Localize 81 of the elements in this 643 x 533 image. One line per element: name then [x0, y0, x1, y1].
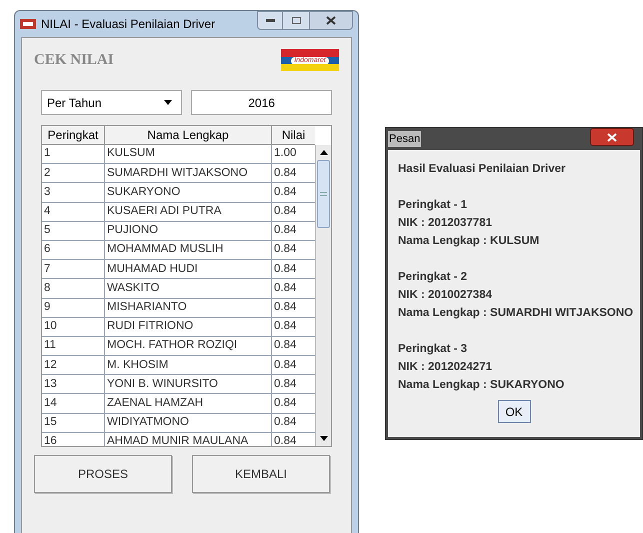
- table-cell: 13: [42, 375, 105, 394]
- caret-icon: [164, 100, 172, 105]
- table-cell-text: 0.84: [273, 415, 298, 430]
- rank-text: Peringkat - 1: [398, 198, 468, 213]
- app-icon: [20, 19, 36, 29]
- table-cell: KULSUM: [105, 145, 272, 164]
- table-cell: 5: [42, 222, 105, 240]
- table-cell: RUDI FITRIONO: [105, 318, 272, 336]
- table-cell: MISHARIANTO: [105, 298, 272, 317]
- table-cell: 8: [42, 279, 105, 298]
- table-cell: PUJIONO: [105, 222, 272, 240]
- action-button[interactable]: PROSES: [34, 455, 172, 493]
- table-cell: WIDIYATMONO: [105, 414, 272, 432]
- table-cell: AHMAD MUNIR MAULANA: [105, 432, 272, 446]
- ok-button[interactable]: OK: [498, 400, 530, 423]
- table-cell: 6: [42, 240, 105, 260]
- maximize-button[interactable]: [283, 11, 309, 30]
- table-cell: 1: [42, 145, 105, 164]
- column-header[interactable]: Peringkat: [42, 126, 105, 144]
- nik-text: NIK : 2012024271: [398, 360, 493, 375]
- rank-text: Peringkat - 2: [398, 270, 468, 285]
- table-cell: 12: [42, 356, 105, 374]
- table-cell-text: 0.84: [273, 242, 298, 258]
- window-title: NILAI - Evaluasi Penilaian Driver: [41, 16, 216, 33]
- page-heading: CEK NILAI: [34, 50, 114, 70]
- table-cell: SUMARDHI WITJAKSONO: [105, 164, 272, 182]
- table-cell: MOCH. FATHOR ROZIQI: [105, 336, 272, 356]
- table-cell-text: 1.00: [273, 146, 298, 162]
- table-cell: WASKITO: [105, 279, 272, 298]
- table-cell: 3: [42, 183, 105, 202]
- table-cell-text: 0.84: [273, 358, 298, 373]
- table-cell-text: 0.84: [273, 204, 298, 220]
- table-cell-text: 0.84: [273, 434, 298, 446]
- close-button[interactable]: [590, 128, 634, 146]
- table-cell-text: 0.84: [273, 166, 298, 181]
- table-cell: SUKARYONO: [105, 183, 272, 202]
- close-icon: [326, 16, 336, 25]
- table-cell: M. KHOSIM: [105, 356, 272, 374]
- table-cell: YONI B. WINURSITO: [105, 375, 272, 394]
- table-cell-text: 0.84: [273, 338, 298, 354]
- table-cell: 14: [42, 394, 105, 413]
- table-cell: 15: [42, 414, 105, 432]
- table-cell-text: 0.84: [273, 300, 298, 315]
- table-cell-text: 0.84: [273, 184, 298, 200]
- table-cell: 10: [42, 318, 105, 336]
- scroll-up-icon[interactable]: [320, 150, 328, 155]
- period-select[interactable]: Per Tahun: [41, 90, 182, 115]
- table-cell: MOHAMMAD MUSLIH: [105, 240, 272, 260]
- dialog-title: Pesan: [388, 130, 422, 148]
- name-text: Nama Lengkap : SUKARYONO: [398, 378, 566, 393]
- year-field[interactable]: 2016: [191, 90, 332, 115]
- rank-text: Peringkat - 3: [398, 342, 468, 357]
- table-cell-text: 0.84: [273, 396, 298, 411]
- table-cell: KUSAERI ADI PUTRA: [105, 202, 272, 221]
- column-header[interactable]: Nilai: [272, 126, 315, 144]
- table-cell-text: 0.84: [273, 262, 298, 277]
- close-button[interactable]: [309, 11, 353, 30]
- table-cell-text: 0.84: [273, 223, 298, 238]
- name-text: Nama Lengkap : KULSUM: [398, 234, 540, 249]
- table-cell: 7: [42, 260, 105, 278]
- table-cell: 4: [42, 202, 105, 221]
- action-button[interactable]: KEMBALI: [192, 455, 330, 493]
- close-icon: [607, 132, 617, 142]
- table-cell-text: 0.84: [273, 376, 298, 392]
- table-cell-text: 0.84: [273, 319, 298, 334]
- table-cell: ZAENAL HAMZAH: [105, 394, 272, 413]
- scroll-down-icon[interactable]: [320, 436, 328, 441]
- nik-text: NIK : 2012037781: [398, 216, 493, 231]
- table-cell: 16: [42, 432, 105, 446]
- dialog-heading: Hasil Evaluasi Penilaian Driver: [398, 162, 566, 177]
- nik-text: NIK : 2010027384: [398, 288, 493, 303]
- table-cell: 2: [42, 164, 105, 182]
- minimize-button[interactable]: [257, 11, 283, 30]
- table-cell: 9: [42, 298, 105, 317]
- scrollbar[interactable]: [315, 145, 331, 446]
- column-header[interactable]: Nama Lengkap: [105, 126, 272, 144]
- table-cell-text: 0.84: [273, 280, 298, 296]
- table-cell: MUHAMAD HUDI: [105, 260, 272, 278]
- table-cell: 11: [42, 336, 105, 356]
- scroll-thumb[interactable]: [317, 160, 330, 228]
- name-text: Nama Lengkap : SUMARDHI WITJAKSONO: [398, 306, 630, 321]
